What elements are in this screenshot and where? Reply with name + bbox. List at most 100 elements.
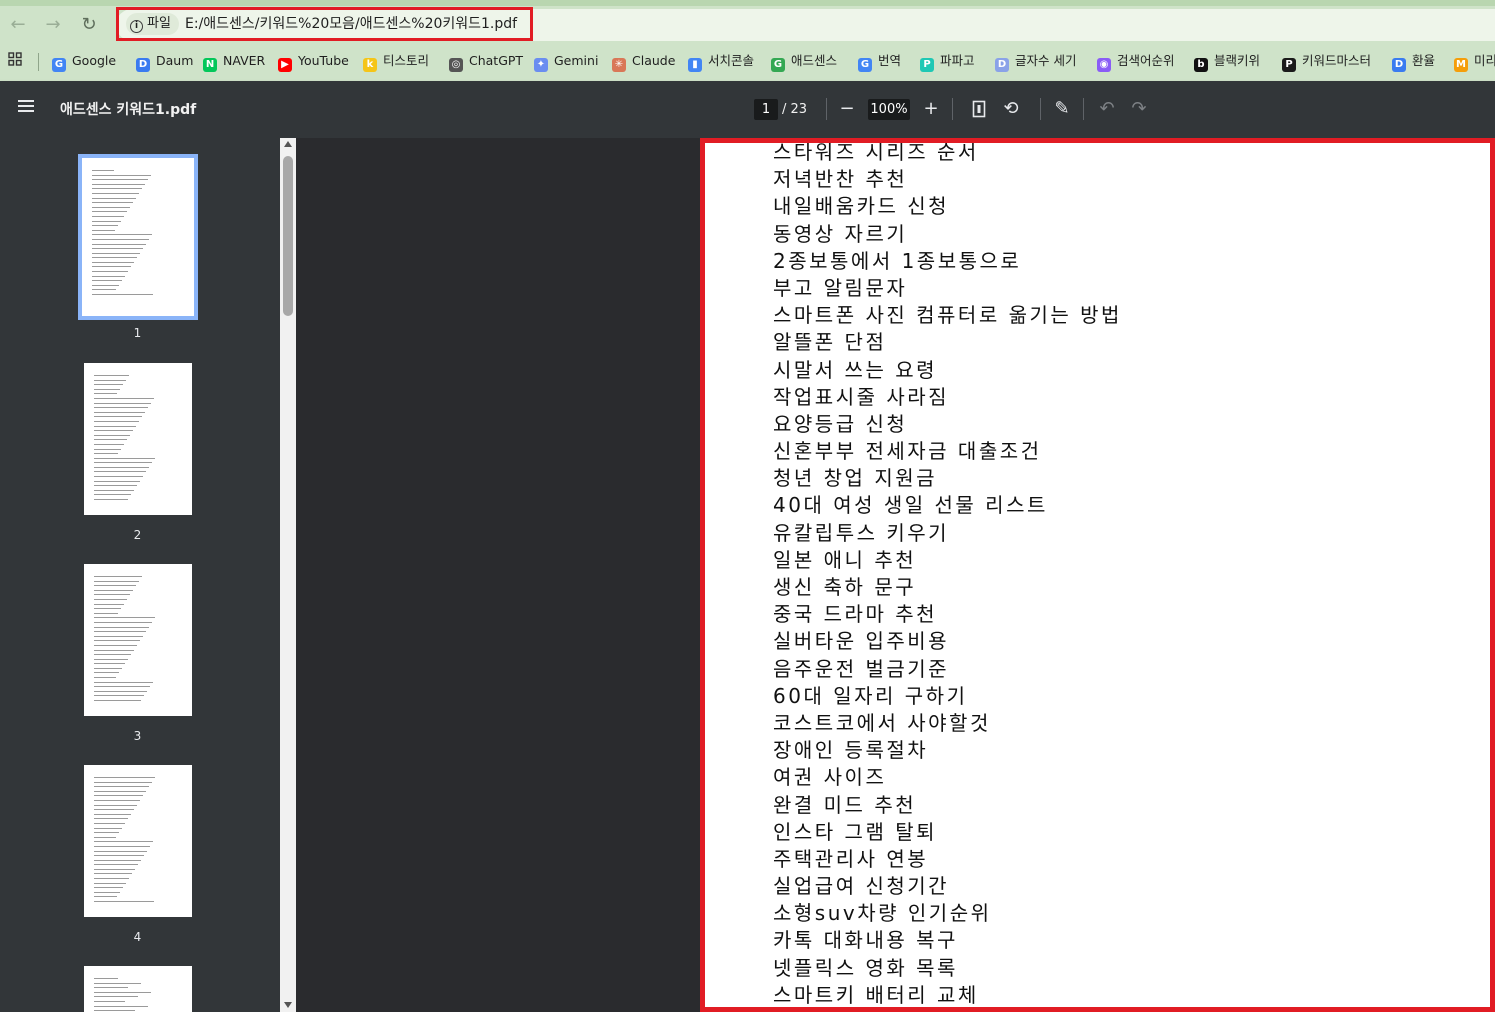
- keyword-line: 동영상 자르기: [773, 221, 908, 246]
- sidebar-scrollbar[interactable]: [280, 138, 296, 1012]
- bookmark-label: 환율: [1412, 53, 1436, 68]
- bookmarks-bar: G Google D Daum N NAVER ▶ YouTube k 티스토리 ◎ ChatGPT ✦…: [0, 46, 1495, 76]
- thumbnail-page-number: 1: [133, 326, 142, 340]
- bookmark-favicon-icon: P: [1282, 58, 1296, 72]
- bookmark-item[interactable]: ▶ YouTube: [278, 52, 349, 72]
- bookmark-item[interactable]: ✳ Claude: [612, 52, 676, 72]
- keyword-line: 여권 사이즈: [773, 765, 887, 790]
- toolbar-divider: [1040, 98, 1041, 120]
- bookmark-favicon-icon: P: [920, 58, 934, 72]
- keyword-line: 부고 알림문자: [773, 275, 908, 300]
- reload-button[interactable]: ↻: [78, 15, 100, 35]
- page-thumbnail[interactable]: [78, 154, 198, 320]
- bookmark-item[interactable]: G 번역: [858, 52, 902, 72]
- bookmark-label: YouTube: [298, 53, 349, 68]
- bookmark-item[interactable]: ◉ 검색어순위: [1097, 52, 1175, 72]
- bookmark-item[interactable]: ◎ ChatGPT: [449, 52, 524, 72]
- fit-page-icon[interactable]: [968, 97, 990, 121]
- undo-icon[interactable]: ↶: [1096, 97, 1118, 121]
- scroll-up-arrow-icon[interactable]: [284, 141, 292, 147]
- bookmark-label: 파파고: [940, 53, 975, 68]
- back-button[interactable]: ←: [7, 15, 29, 35]
- pdf-toolbar: 애드센스 키워드1.pdf 1 / 23 − 100% + ⟲ ✎ ↶ ↷: [0, 81, 1495, 138]
- toolbar-divider: [826, 98, 827, 120]
- thumbnail-page-number: 3: [133, 729, 142, 743]
- bookmark-label: 블랙키위: [1214, 53, 1261, 68]
- bookmark-label: 애드센스: [791, 53, 838, 68]
- page-thumbnail[interactable]: [84, 966, 192, 1012]
- bookmark-label: ChatGPT: [469, 53, 524, 68]
- bookmark-item[interactable]: G Google: [52, 52, 116, 72]
- bookmark-favicon-icon: ◉: [1097, 58, 1111, 72]
- keyword-line: 넷플릭스 영화 목록: [773, 955, 958, 980]
- keyword-line: 40대 여성 생일 선물 리스트: [773, 493, 1048, 518]
- bookmark-item[interactable]: ✦ Gemini: [534, 52, 599, 72]
- keyword-line: 장애인 등록절차: [773, 738, 929, 763]
- bookmark-favicon-icon: ▮: [688, 58, 702, 72]
- zoom-level-input[interactable]: 100%: [868, 99, 910, 120]
- bookmark-item[interactable]: P 파파고: [920, 52, 975, 72]
- bookmark-favicon-icon: G: [771, 58, 785, 72]
- keyword-line: 완결 미드 추천: [773, 792, 917, 817]
- bookmark-favicon-icon: N: [203, 58, 217, 72]
- bookmark-favicon-icon: G: [858, 58, 872, 72]
- keyword-line: 실버타운 입주비용: [773, 629, 950, 654]
- bookmark-item[interactable]: k 티스토리: [363, 52, 430, 72]
- zoom-out-icon[interactable]: −: [836, 97, 858, 121]
- bookmark-label: 티스토리: [383, 53, 430, 68]
- document-title: 애드센스 키워드1.pdf: [60, 102, 197, 118]
- bookmark-item[interactable]: b 블랙키위: [1194, 52, 1261, 72]
- keyword-line: 내일배움카드 신청: [773, 194, 950, 219]
- bookmark-label: 키워드마스터: [1302, 53, 1372, 68]
- bookmark-favicon-icon: D: [995, 58, 1009, 72]
- bookmark-label: 서치콘솔: [708, 53, 755, 68]
- page-number-input[interactable]: 1: [754, 99, 778, 120]
- thumbnail-page-number: 2: [133, 528, 142, 542]
- sidebar-menu-button[interactable]: [18, 100, 36, 114]
- keyword-line: 유칼립투스 키우기: [773, 520, 950, 545]
- keyword-line: 코스트코에서 사야할것: [773, 710, 991, 735]
- keyword-line: 소형suv차량 인기순위: [773, 901, 992, 926]
- page-thumbnail[interactable]: [84, 765, 192, 917]
- keyword-line: 스마트폰 사진 컴퓨터로 옮기는 방법: [773, 303, 1122, 328]
- apps-grid-icon[interactable]: [8, 52, 22, 70]
- keyword-line: 음주운전 벌금기준: [773, 656, 950, 681]
- bookmark-label: Daum: [156, 53, 194, 68]
- bookmark-label: 미리: [1474, 53, 1495, 68]
- bookmark-label: Claude: [632, 53, 676, 68]
- scrollbar-thumb[interactable]: [283, 156, 293, 316]
- redo-icon[interactable]: ↷: [1128, 97, 1150, 121]
- keyword-line: 일본 애니 추천: [773, 547, 917, 572]
- keyword-line: 인스타 그램 탈퇴: [773, 819, 938, 844]
- bookmark-favicon-icon: ✳: [612, 58, 626, 72]
- page-total-label: / 23: [782, 102, 808, 117]
- bookmark-favicon-icon: M: [1454, 58, 1468, 72]
- zoom-in-icon[interactable]: +: [920, 97, 942, 121]
- keyword-line: 시말서 쓰는 요령: [773, 357, 938, 382]
- forward-button[interactable]: →: [42, 15, 64, 35]
- bookmark-favicon-icon: D: [136, 58, 150, 72]
- bookmark-item[interactable]: D 환율: [1392, 52, 1436, 72]
- bookmarks-divider: [38, 53, 39, 71]
- bookmark-item[interactable]: D 글자수 세기: [995, 52, 1076, 72]
- toolbar-divider: [952, 98, 953, 120]
- scroll-down-arrow-icon[interactable]: [284, 1002, 292, 1008]
- annotate-pen-icon[interactable]: ✎: [1051, 97, 1073, 121]
- bookmark-label: 번역: [878, 53, 902, 68]
- bookmark-label: Gemini: [554, 53, 599, 68]
- rotate-icon[interactable]: ⟲: [1000, 97, 1022, 121]
- bookmark-item[interactable]: ▮ 서치콘솔: [688, 52, 755, 72]
- page-thumbnail[interactable]: [84, 564, 192, 716]
- bookmark-favicon-icon: ▶: [278, 58, 292, 72]
- keyword-list: 스타워즈 시리즈 순서 저녁반찬 추천 내일배움카드 신청 동영상 자르기 2종보통에서…: [773, 139, 1473, 1009]
- page-thumbnail[interactable]: [84, 363, 192, 515]
- keyword-line: 요양등급 신청: [773, 411, 908, 436]
- keyword-line: 생신 축하 문구: [773, 575, 917, 599]
- bookmark-favicon-icon: k: [363, 58, 377, 72]
- keyword-line: 알뜰폰 단점: [773, 330, 887, 355]
- bookmark-item[interactable]: G 애드센스: [771, 52, 838, 72]
- bookmark-item[interactable]: M 미리: [1454, 52, 1495, 72]
- bookmark-item[interactable]: P 키워드마스터: [1282, 52, 1372, 72]
- bookmark-item[interactable]: N NAVER: [203, 52, 265, 72]
- bookmark-item[interactable]: D Daum: [136, 52, 194, 72]
